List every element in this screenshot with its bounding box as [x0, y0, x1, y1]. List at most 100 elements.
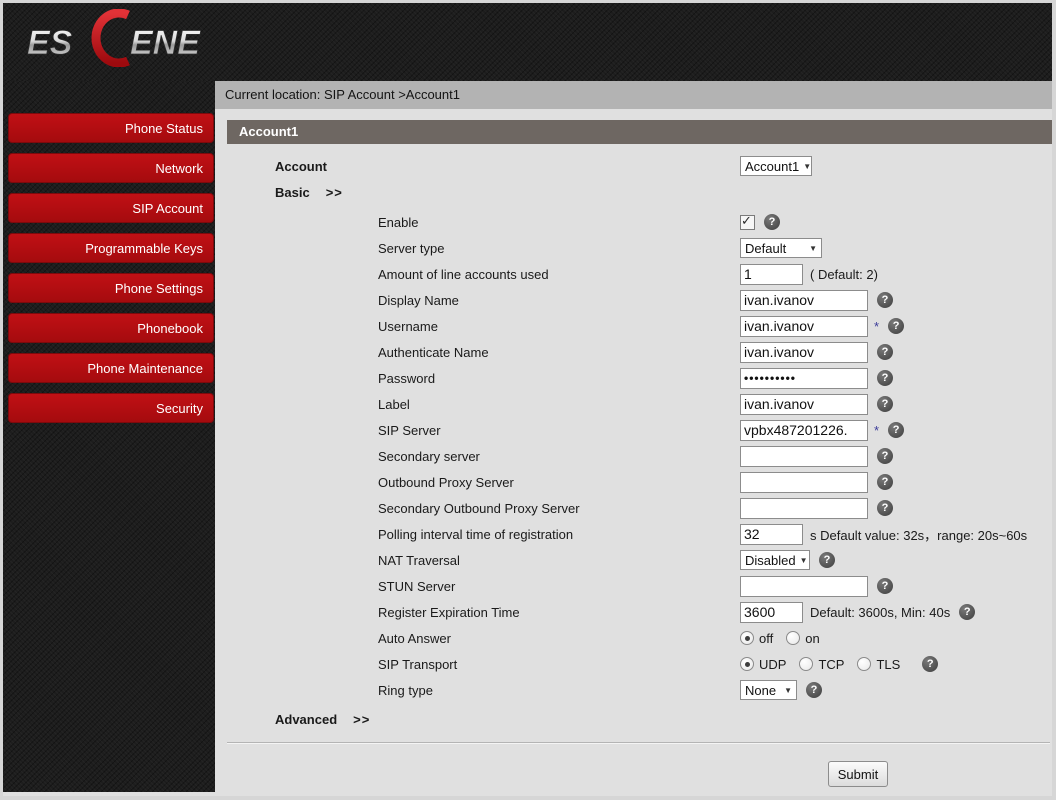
field-label: Secondary Outbound Proxy Server	[378, 500, 580, 516]
required-asterisk: *	[874, 318, 880, 334]
sidebar: Phone Status Network SIP Account Programmab…	[3, 81, 215, 792]
server-type-select[interactable]: Default ▼	[740, 238, 822, 258]
ring-type-select[interactable]: None ▼	[740, 680, 797, 700]
help-icon[interactable]: ?	[922, 656, 939, 672]
logo-red-c-swoosh	[91, 8, 130, 68]
select-value: None	[745, 682, 777, 698]
field-label: Ring type	[378, 682, 433, 698]
logo-text-right: ENE	[130, 24, 201, 62]
help-icon[interactable]: ?	[877, 578, 893, 594]
help-icon[interactable]: ?	[877, 344, 893, 360]
label-input[interactable]	[740, 393, 868, 415]
basic-form: Enable ✓? Server type Default ▼ Amount of lin…	[215, 209, 1052, 703]
section-header: Account1	[227, 120, 1052, 144]
amount-of-line-accounts-used-input[interactable]	[740, 263, 803, 285]
radio-icon	[857, 657, 872, 671]
sidebar-item-label: SIP Account	[132, 201, 203, 216]
help-icon[interactable]: ?	[877, 500, 893, 516]
row-nat-traversal: NAT Traversal Disabled ▼?	[215, 547, 1052, 573]
enable-checkbox[interactable]: ✓	[740, 213, 755, 230]
help-icon[interactable]: ?	[877, 292, 893, 308]
help-icon[interactable]: ?	[877, 370, 893, 386]
secondary-outbound-proxy-server-input[interactable]	[740, 497, 868, 519]
field-control: Default: 3600s, Min: 40s?	[740, 599, 976, 625]
field-label: SIP Server	[378, 422, 441, 438]
secondary-server-input[interactable]	[740, 445, 868, 467]
row-ring-type: Ring type None ▼?	[215, 677, 1052, 703]
basic-group-label: Basic	[275, 184, 310, 200]
field-control: UDP TCP TLS?	[740, 651, 939, 677]
sidebar-item-sip-account[interactable]: SIP Account	[8, 193, 214, 223]
row-auto-answer: Auto Answer off on	[215, 625, 1052, 651]
polling-interval-time-of-registration-input[interactable]	[740, 523, 803, 545]
auto-answer-radio-on[interactable]: on	[786, 630, 820, 646]
required-asterisk: *	[874, 422, 880, 438]
help-icon[interactable]: ?	[888, 422, 905, 438]
sidebar-item-programmable-keys[interactable]: Programmable Keys	[8, 233, 214, 263]
sip-server-input[interactable]	[740, 419, 868, 441]
field-control: *?	[740, 313, 905, 339]
field-label: SIP Transport	[378, 656, 458, 672]
sip-transport-radio-udp[interactable]: UDP	[740, 657, 786, 672]
radio-dot	[744, 635, 750, 641]
outbound-proxy-server-input[interactable]	[740, 471, 868, 493]
submit-button[interactable]: Submit	[828, 761, 888, 787]
field-label: Enable	[378, 214, 419, 230]
content-panel: Account1 Account Account1 ▼ Basic >> Ena…	[215, 109, 1052, 792]
field-label: Amount of line accounts used	[378, 266, 549, 282]
breadcrumb: Current location: SIP Account >Account1	[215, 81, 1052, 109]
sidebar-item-label: Phone Settings	[114, 281, 203, 296]
account-select[interactable]: Account1 ▼	[740, 156, 812, 176]
help-icon[interactable]: ?	[877, 448, 893, 464]
field-control: s Default value: 32s，range: 20s~60s	[740, 521, 1027, 547]
sidebar-item-phone-status[interactable]: Phone Status	[8, 113, 214, 143]
field-label: Label	[378, 396, 410, 412]
help-icon[interactable]: ?	[888, 318, 905, 334]
sidebar-item-label: Phone Maintenance	[87, 361, 203, 376]
advanced-group-row: Advanced >>	[215, 706, 1052, 732]
stun-server-input[interactable]	[740, 575, 868, 597]
sidebar-item-phone-settings[interactable]: Phone Settings	[8, 273, 214, 303]
register-expiration-time-input[interactable]	[740, 601, 803, 623]
basic-expander[interactable]: >>	[326, 185, 343, 200]
help-icon[interactable]: ?	[819, 552, 835, 568]
sidebar-item-network[interactable]: Network	[8, 153, 214, 183]
field-hint: Default: 3600s, Min: 40s	[810, 604, 951, 620]
field-control: None ▼?	[740, 677, 822, 703]
row-server-type: Server type Default ▼	[215, 235, 1052, 261]
help-icon[interactable]: ?	[877, 474, 893, 490]
sidebar-item-phonebook[interactable]: Phonebook	[8, 313, 214, 343]
field-control: ?	[740, 443, 893, 469]
sidebar-item-phone-maintenance[interactable]: Phone Maintenance	[8, 353, 214, 383]
advanced-expander[interactable]: >>	[353, 712, 370, 727]
password-input[interactable]	[740, 367, 868, 389]
username-input[interactable]	[740, 315, 868, 337]
field-control: Default ▼	[740, 235, 822, 261]
help-icon[interactable]: ?	[806, 682, 822, 698]
radio-dot	[744, 661, 750, 667]
field-control: ?	[740, 365, 893, 391]
auto-answer-radio-off[interactable]: off	[740, 631, 773, 646]
nat-traversal-select[interactable]: Disabled ▼	[740, 550, 810, 570]
authenticate-name-input[interactable]	[740, 341, 868, 363]
field-control: ?	[740, 573, 893, 599]
row-label: Label?	[215, 391, 1052, 417]
row-amount-of-line-accounts-used: Amount of line accounts used ( Default: 2…	[215, 261, 1052, 287]
sidebar-item-security[interactable]: Security	[8, 393, 214, 423]
escene-logo-svg: ES ENE	[27, 8, 202, 68]
chevron-down-icon: ▼	[809, 243, 817, 253]
field-label: Display Name	[378, 292, 459, 308]
radio-label: on	[805, 630, 820, 646]
row-enable: Enable ✓?	[215, 209, 1052, 235]
field-control: ?	[740, 339, 893, 365]
field-control: ?	[740, 391, 893, 417]
sip-transport-radio-tcp[interactable]: TCP	[799, 657, 844, 672]
help-icon[interactable]: ?	[877, 396, 893, 412]
sip-transport-radio-tls[interactable]: TLS	[857, 657, 900, 672]
display-name-input[interactable]	[740, 289, 868, 311]
help-icon[interactable]: ?	[959, 604, 976, 620]
page-title: Account1	[239, 124, 299, 139]
help-icon[interactable]: ?	[764, 214, 780, 230]
chevron-down-icon: ▼	[803, 161, 812, 171]
row-outbound-proxy-server: Outbound Proxy Server?	[215, 469, 1052, 495]
